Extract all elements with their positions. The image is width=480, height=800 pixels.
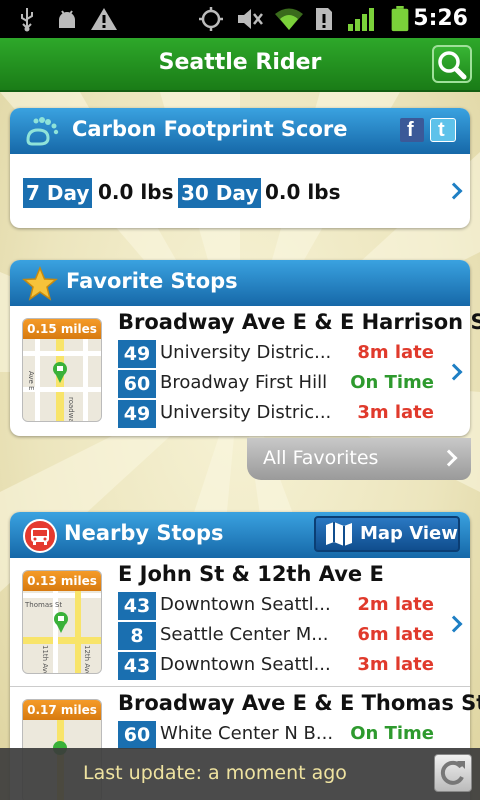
mute-icon xyxy=(238,9,263,29)
usb-icon xyxy=(21,8,33,32)
route-status: 2m late xyxy=(357,594,434,615)
route-row: 60 Broadway First Hill On Time xyxy=(118,370,434,398)
nearby-header: Nearby Stops Map View xyxy=(10,512,470,558)
route-status: 6m late xyxy=(357,624,434,645)
gps-icon xyxy=(199,7,223,31)
refresh-icon xyxy=(440,760,465,785)
stop-map-thumbnail: 0.13 miles Thomas St 11th Ave 12th Ave xyxy=(22,570,102,674)
wifi-icon xyxy=(275,8,303,30)
stop-map-thumbnail: 0.15 miles Ave E roadway xyxy=(22,318,102,422)
refresh-button[interactable] xyxy=(434,754,472,792)
route-number: 49 xyxy=(118,400,156,428)
route-destination: University Distric... xyxy=(160,342,332,363)
facebook-icon: f xyxy=(407,119,414,141)
twitter-button[interactable]: t xyxy=(430,118,456,142)
signal-icon xyxy=(348,8,374,31)
carbon-title: Carbon Footprint Score xyxy=(72,117,348,141)
route-status: 3m late xyxy=(357,402,434,423)
nearby-title: Nearby Stops xyxy=(64,521,224,545)
carbon-header: Carbon Footprint Score f t xyxy=(10,108,470,154)
carbon-period-30day: 30 Day xyxy=(178,178,262,208)
favorites-title: Favorite Stops xyxy=(66,269,238,293)
chevron-right-icon xyxy=(445,615,463,633)
carbon-period-7day: 7 Day xyxy=(23,178,93,208)
all-favorites-button[interactable]: All Favorites xyxy=(247,438,471,480)
search-icon xyxy=(438,51,467,80)
facebook-button[interactable]: f xyxy=(400,118,424,142)
map-icon xyxy=(326,522,352,546)
route-destination: Downtown Seattl... xyxy=(160,654,331,675)
nearby-stop[interactable]: 0.13 miles Thomas St 11th Ave 12th Ave E… xyxy=(10,558,470,686)
route-destination: Seattle Center M... xyxy=(160,624,329,645)
chevron-right-icon xyxy=(440,449,458,467)
route-destination: University Distric... xyxy=(160,402,332,423)
stop-name: Broadway Ave E & E Harrison St xyxy=(118,310,480,334)
favorite-stop[interactable]: 0.15 miles Ave E roadway Broadway Ave E … xyxy=(10,306,480,434)
sim-icon xyxy=(316,8,332,30)
android-debug-icon xyxy=(59,10,75,28)
route-status: On Time xyxy=(350,723,434,744)
battery-icon xyxy=(391,6,409,32)
route-destination: White Center N B... xyxy=(160,723,334,744)
map-street-label: Ave E xyxy=(27,371,35,390)
star-icon xyxy=(22,266,58,301)
route-row: 43 Downtown Seattl... 3m late xyxy=(118,652,434,680)
footprint-icon xyxy=(26,117,59,146)
clock: 5:26 xyxy=(413,6,468,31)
route-number: 60 xyxy=(118,370,156,398)
all-favorites-label: All Favorites xyxy=(263,447,379,469)
warning-icon xyxy=(91,8,117,30)
stop-name: Broadway Ave E & E Thomas St xyxy=(118,691,480,715)
app-title: Seattle Rider xyxy=(158,50,322,75)
route-row: 43 Downtown Seattl... 2m late xyxy=(118,592,434,620)
route-number: 49 xyxy=(118,340,156,368)
map-thumbnail-image: Ave E roadway xyxy=(23,339,101,422)
route-number: 60 xyxy=(118,721,156,749)
carbon-scores: 7 Day 0.0 lbs 30 Day 0.0 lbs xyxy=(10,154,470,228)
route-status: 8m late xyxy=(357,342,434,363)
map-street-label: 12th Ave xyxy=(83,645,91,674)
search-button[interactable] xyxy=(432,45,472,83)
route-number: 8 xyxy=(118,622,156,650)
carbon-value-30day: 0.0 lbs xyxy=(265,180,341,204)
map-view-button[interactable]: Map View xyxy=(314,516,460,552)
carbon-value-7day: 0.0 lbs xyxy=(98,180,174,204)
route-status: On Time xyxy=(350,372,434,393)
route-number: 43 xyxy=(118,592,156,620)
route-status: 3m late xyxy=(357,654,434,675)
favorites-card: Favorite Stops 0.15 miles Ave E roadway xyxy=(10,260,480,436)
content-area: Carbon Footprint Score f t 7 Day 0.0 lbs… xyxy=(0,92,480,800)
route-row: 49 University Distric... 3m late xyxy=(118,400,434,428)
route-destination: Downtown Seattl... xyxy=(160,594,331,615)
stop-distance: 0.13 miles xyxy=(23,571,101,591)
route-destination: Broadway First Hill xyxy=(160,372,328,393)
stop-distance: 0.15 miles xyxy=(23,319,101,339)
last-update-bar: Last update: a moment ago xyxy=(0,748,480,800)
stop-name: E John St & 12th Ave E xyxy=(118,562,384,586)
favorites-header: Favorite Stops xyxy=(10,260,470,306)
map-street-label: Thomas St xyxy=(24,601,62,609)
route-row: 8 Seattle Center M... 6m late xyxy=(118,622,434,650)
chevron-right-icon xyxy=(445,182,463,200)
stop-distance: 0.17 miles xyxy=(23,700,101,720)
route-number: 43 xyxy=(118,652,156,680)
last-update-text: Last update: a moment ago xyxy=(83,762,347,784)
map-street-label: roadway xyxy=(67,397,75,422)
route-row: 49 University Distric... 8m late xyxy=(118,340,434,368)
map-street-label: 11th Ave xyxy=(41,645,49,674)
twitter-icon: t xyxy=(438,119,445,141)
chevron-right-icon xyxy=(445,363,463,381)
map-view-label: Map View xyxy=(360,523,458,544)
route-row: 60 White Center N B... On Time xyxy=(118,721,434,749)
status-bar: 5:26 xyxy=(0,0,480,38)
bus-icon xyxy=(23,519,57,553)
title-bar: Seattle Rider xyxy=(0,38,480,92)
map-thumbnail-image: Thomas St 11th Ave 12th Ave xyxy=(23,591,101,674)
carbon-card[interactable]: Carbon Footprint Score f t 7 Day 0.0 lbs… xyxy=(10,108,470,228)
